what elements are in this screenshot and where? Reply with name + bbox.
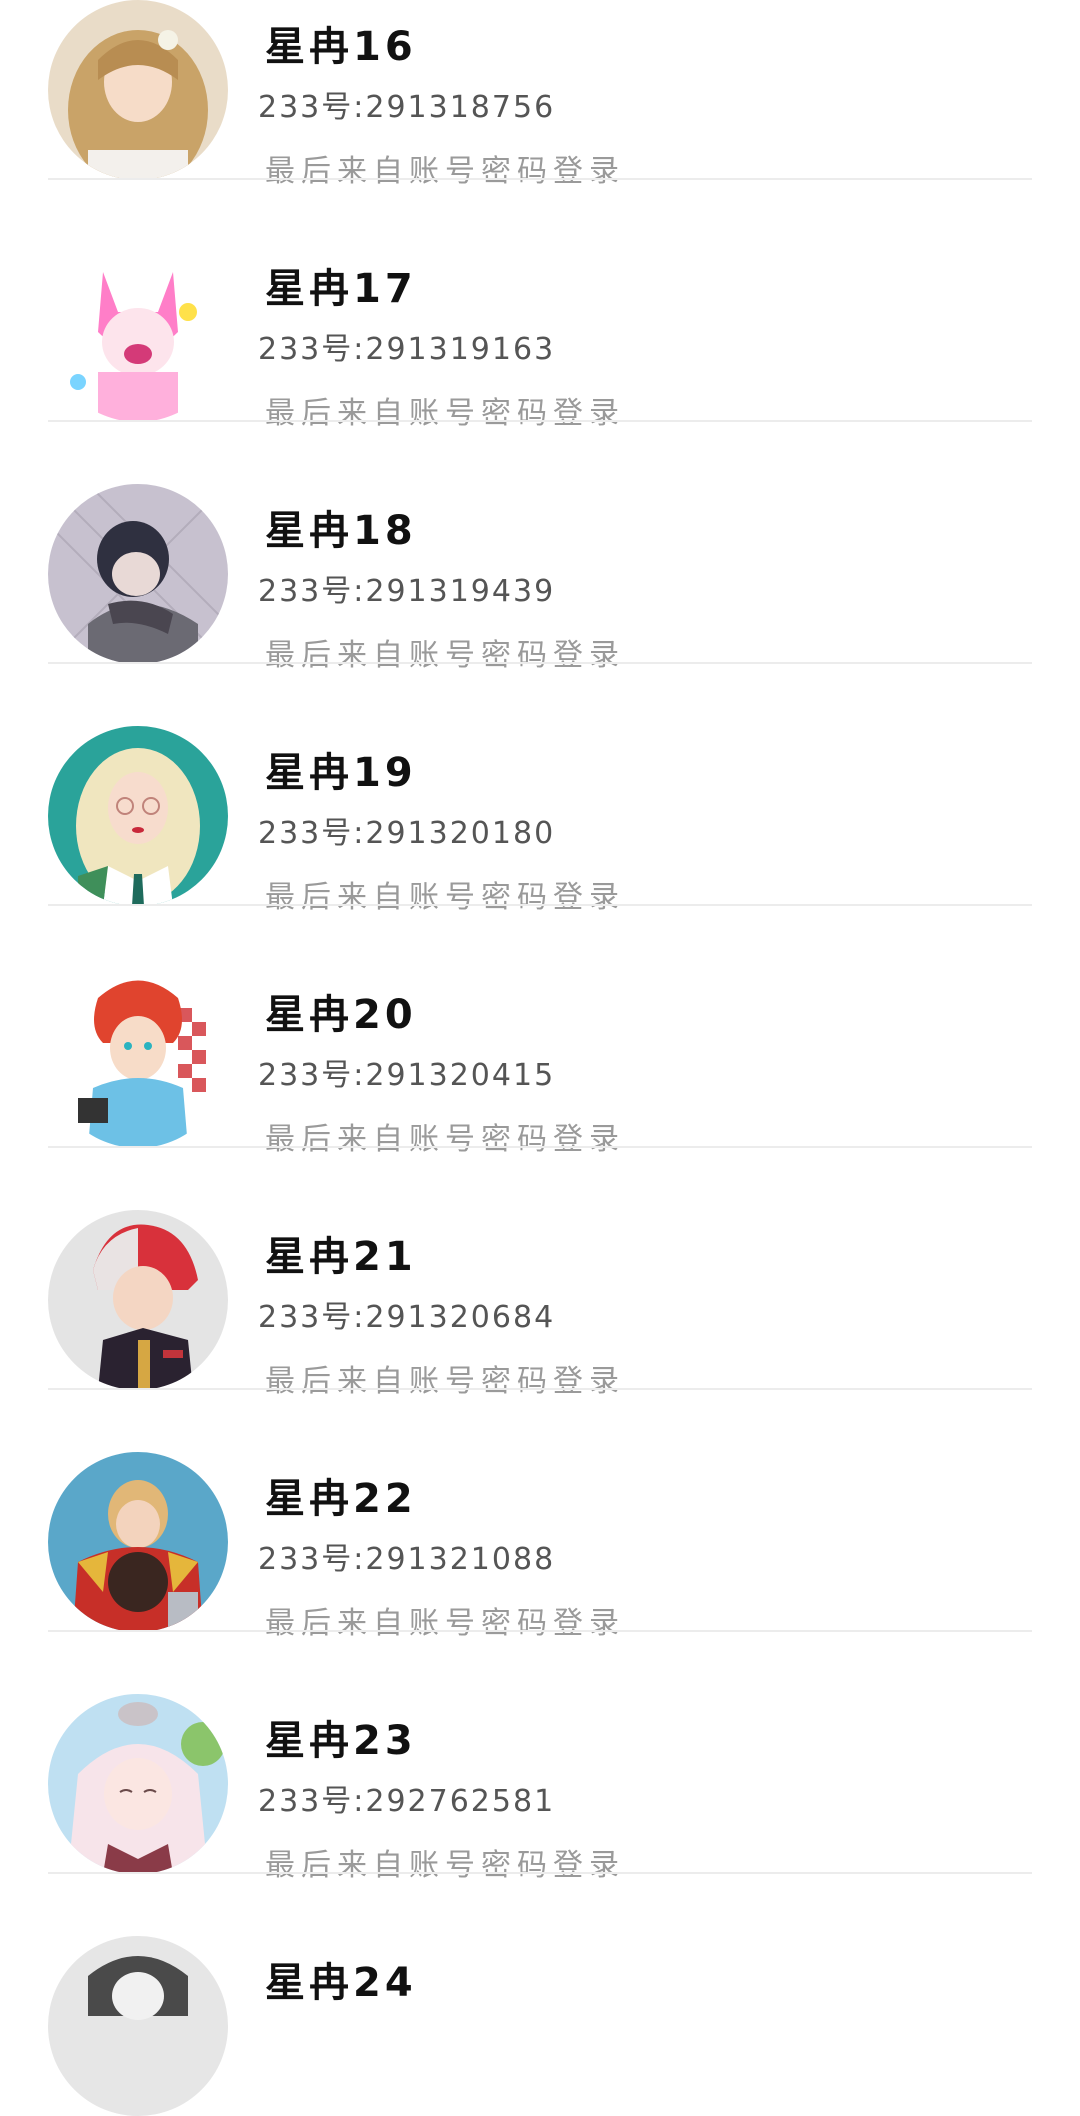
account-item[interactable]: 星冉20 233号:291320415 最后来自账号密码登录 [0, 906, 1080, 1157]
account-name: 星冉17 [265, 266, 417, 312]
account-name: 星冉23 [265, 1718, 417, 1764]
account-item[interactable]: 星冉16 233号:291318756 最后来自账号密码登录 [0, 0, 1080, 189]
account-id: 233号:291320180 [258, 816, 556, 851]
avatar [48, 1210, 228, 1390]
account-item[interactable]: 星冉23 233号:292762581 最后来自账号密码登录 [0, 1632, 1080, 1883]
account-item[interactable]: 星冉17 233号:291319163 最后来自账号密码登录 [0, 180, 1080, 431]
account-id: 233号:292762581 [258, 1784, 556, 1819]
account-name: 星冉20 [265, 992, 417, 1038]
account-name: 星冉18 [265, 508, 417, 554]
avatar [48, 1452, 228, 1632]
account-id: 233号:291319163 [258, 332, 556, 367]
account-id: 233号:291319439 [258, 574, 556, 609]
account-name: 星冉16 [265, 24, 417, 70]
account-item[interactable]: 星冉21 233号:291320684 最后来自账号密码登录 [0, 1148, 1080, 1399]
account-name: 星冉22 [265, 1476, 417, 1522]
account-name: 星冉19 [265, 750, 417, 796]
account-name: 星冉21 [265, 1234, 417, 1280]
avatar [48, 484, 228, 664]
avatar [48, 726, 228, 906]
account-id: 233号:291320415 [258, 1058, 556, 1093]
account-item[interactable]: 星冉18 233号:291319439 最后来自账号密码登录 [0, 422, 1080, 673]
avatar [48, 242, 228, 422]
account-id: 233号:291321088 [258, 1542, 556, 1577]
account-item[interactable]: 星冉19 233号:291320180 最后来自账号密码登录 [0, 664, 1080, 915]
account-list: 星冉16 233号:291318756 最后来自账号密码登录 星冉17 233号… [0, 0, 1080, 2116]
avatar [48, 0, 228, 180]
account-id: 233号:291320684 [258, 1300, 556, 1335]
account-name: 星冉24 [265, 1960, 417, 2006]
avatar [48, 1936, 228, 2116]
avatar [48, 968, 228, 1148]
account-item[interactable]: 星冉24 [0, 1874, 1080, 2116]
account-id: 233号:291318756 [258, 90, 556, 125]
avatar [48, 1694, 228, 1874]
account-item[interactable]: 星冉22 233号:291321088 最后来自账号密码登录 [0, 1390, 1080, 1641]
